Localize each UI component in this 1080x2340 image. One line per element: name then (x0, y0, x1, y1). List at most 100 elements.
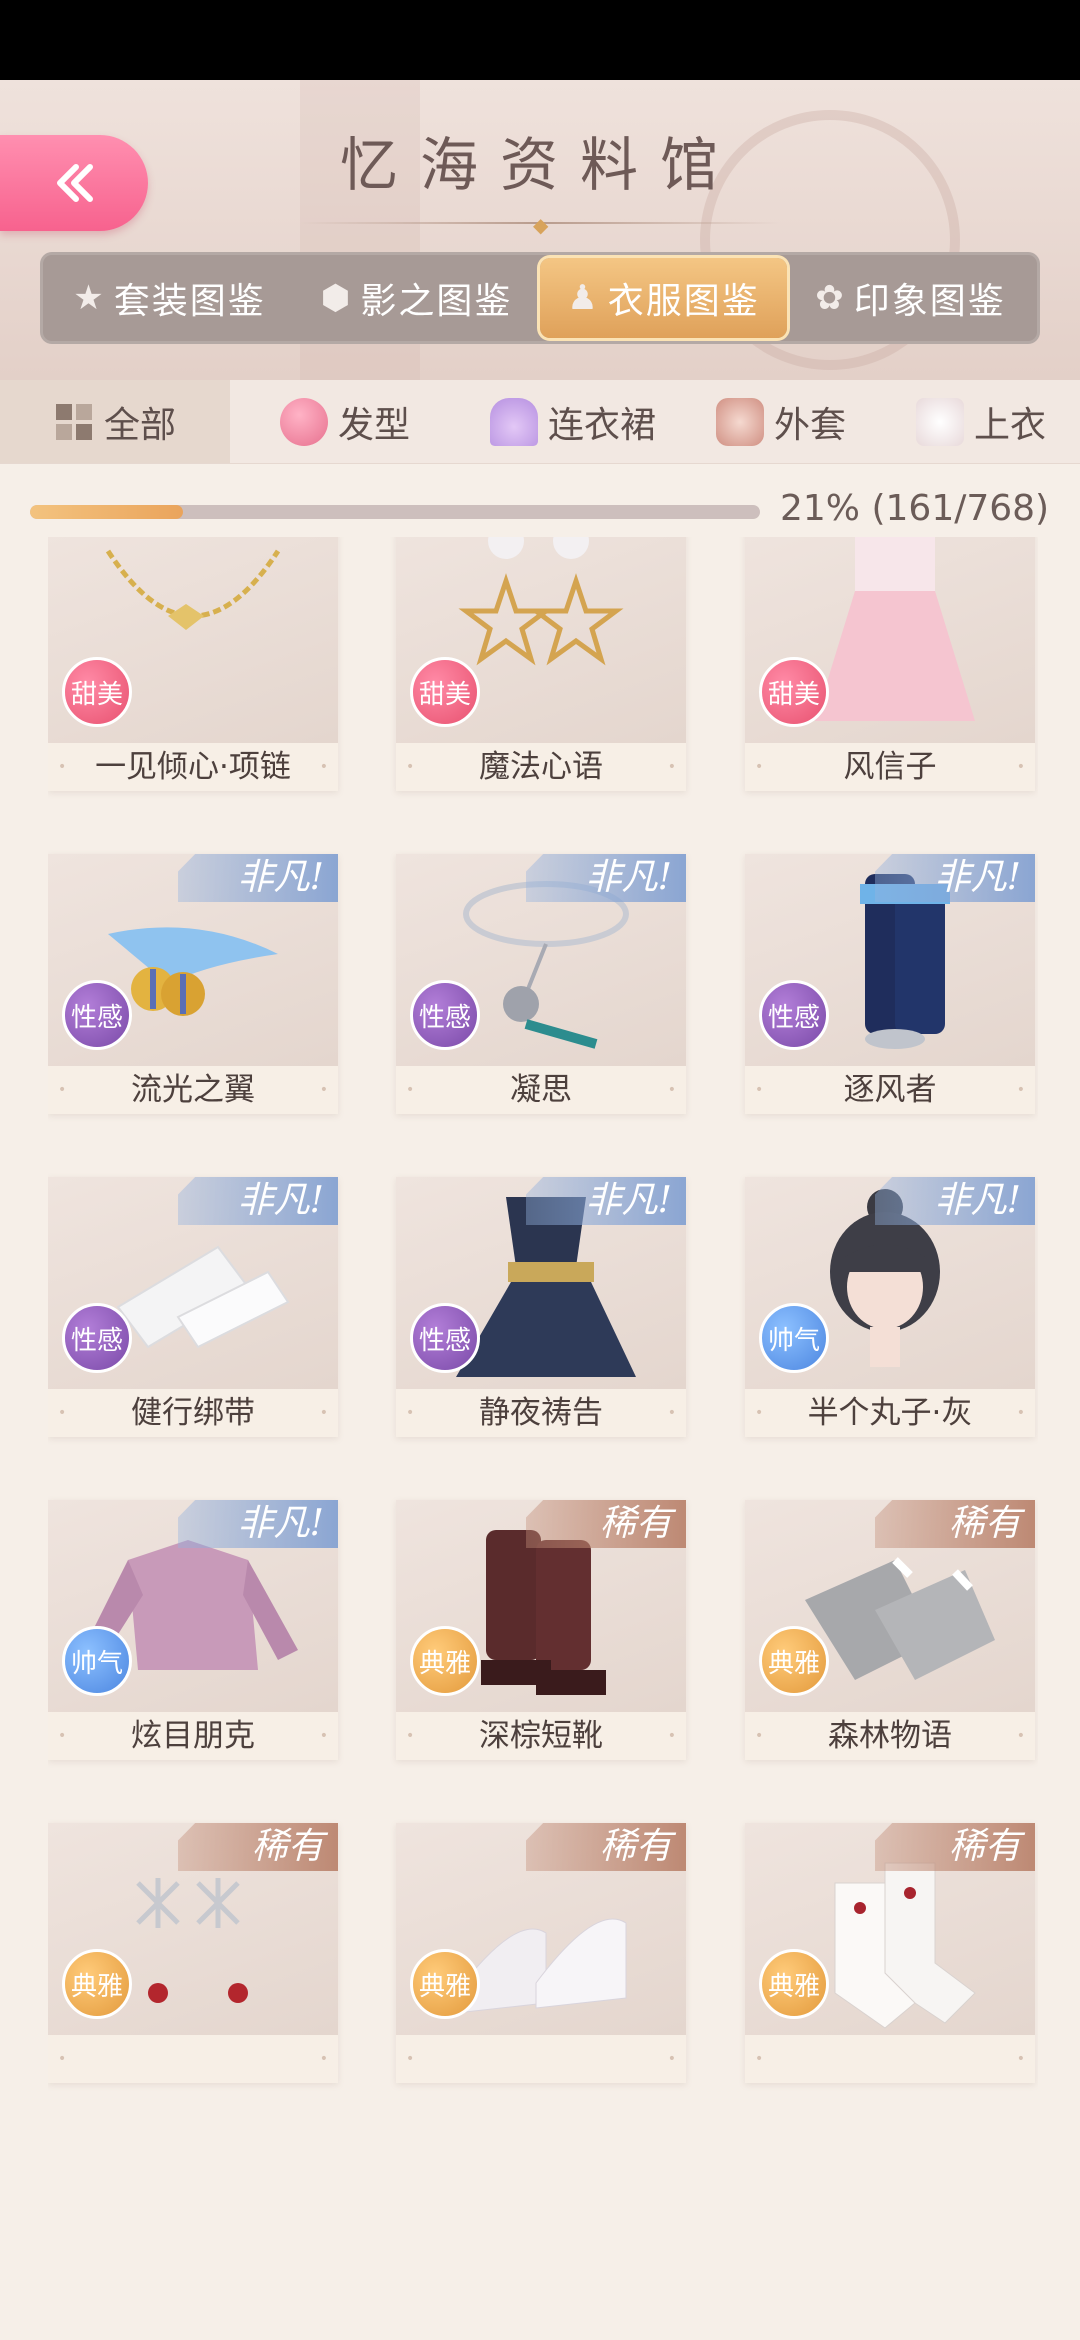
item-name: 健行绑带 (48, 1389, 338, 1437)
item-name: 魔法心语 (396, 743, 686, 791)
rarity-ribbon: 非凡! (526, 1177, 686, 1247)
rarity-label: 非凡! (526, 854, 686, 902)
page-title: 忆海资料馆 (339, 131, 740, 199)
item-name: 炫目朋克 (48, 1712, 338, 1760)
item-card[interactable]: 稀有典雅 (745, 1823, 1035, 2083)
tab-label: 套装图鉴 (113, 281, 266, 322)
tab-label: 衣服图鉴 (607, 281, 760, 322)
collection-progress-bar (30, 505, 760, 519)
item-name: 森林物语 (745, 1712, 1035, 1760)
style-badge: 典雅 (62, 1949, 132, 2019)
rarity-label: 非凡! (178, 1177, 338, 1225)
rarity-ribbon: 非凡! (178, 854, 338, 924)
style-badge: 性感 (759, 980, 829, 1050)
item-card[interactable]: 甜美一见倾心·项链 (48, 537, 338, 791)
rarity-label: 稀有 (875, 1823, 1035, 1871)
item-name: 半个丸子·灰 (745, 1389, 1035, 1437)
title-diamond-icon: ◆ (533, 213, 549, 237)
item-card[interactable]: 稀有典雅 (396, 1823, 686, 2083)
tab-suit-collection[interactable]: ★ 套装图鉴 (46, 258, 293, 338)
main-tabs: ★ 套装图鉴 ⬢ 影之图鉴 ♟ 衣服图鉴 ✿ 印象图鉴 (40, 252, 1040, 344)
style-badge: 性感 (410, 1303, 480, 1373)
item-card[interactable]: 稀有典雅深棕短靴 (396, 1500, 686, 1760)
coat-icon (716, 397, 765, 446)
category-hair[interactable]: 发型 (230, 380, 430, 463)
item-card[interactable]: 非凡! 性感静夜祷告 (396, 1177, 686, 1437)
item-name: 一见倾心·项链 (48, 743, 338, 791)
item-name: 逐风者 (745, 1066, 1035, 1114)
rarity-label: 非凡! (178, 1500, 338, 1548)
rarity-ribbon: 非凡! (875, 854, 1035, 924)
category-bar: 全部 发型 连衣裙 外套 上衣 (0, 380, 1080, 464)
rarity-label: 非凡! (875, 1177, 1035, 1225)
category-coat[interactable]: 外套 (676, 380, 866, 463)
progress-text: 21% (161/768) (780, 488, 1050, 529)
star-icon: ★ (73, 278, 106, 318)
tab-clothes-collection[interactable]: ♟ 衣服图鉴 (540, 258, 787, 338)
style-badge: 性感 (410, 980, 480, 1050)
style-badge: 性感 (62, 1303, 132, 1373)
item-card[interactable]: 稀有典雅 (48, 1823, 338, 2083)
item-card[interactable]: 非凡! 性感健行绑带 (48, 1177, 338, 1437)
tab-impression-collection[interactable]: ✿ 印象图鉴 (787, 258, 1034, 338)
item-card[interactable]: 非凡! 帅气半个丸子·灰 (745, 1177, 1035, 1437)
hair-icon (280, 397, 328, 446)
dress-icon: ♟ (567, 278, 600, 318)
rarity-label: 非凡! (875, 854, 1035, 902)
item-name: 凝思 (396, 1066, 686, 1114)
tab-label: 印象图鉴 (853, 281, 1006, 322)
rarity-ribbon: 稀有 (178, 1823, 338, 1893)
rarity-label: 稀有 (526, 1500, 686, 1548)
rarity-label: 非凡! (526, 1177, 686, 1225)
item-name: 流光之翼 (48, 1066, 338, 1114)
style-badge: 典雅 (410, 1626, 480, 1696)
shirt-icon (916, 397, 965, 446)
style-badge: 甜美 (410, 657, 480, 727)
category-top[interactable]: 上衣 (866, 380, 1066, 463)
item-name (396, 2035, 686, 2083)
style-badge: 帅气 (62, 1626, 132, 1696)
category-label: 外套 (774, 404, 847, 446)
style-badge: 甜美 (62, 657, 132, 727)
category-label: 发型 (338, 404, 411, 446)
category-label: 全部 (103, 404, 176, 446)
tab-label: 影之图鉴 (360, 281, 513, 322)
rarity-ribbon: 稀有 (875, 1823, 1035, 1893)
category-all[interactable]: 全部 (0, 380, 230, 463)
style-badge: 典雅 (410, 1949, 480, 2019)
rarity-ribbon: 稀有 (875, 1500, 1035, 1570)
item-name: 深棕短靴 (396, 1712, 686, 1760)
item-grid[interactable]: 甜美一见倾心·项链甜美魔法心语甜美风信子非凡!性感流光之翼非凡!性感凝思非凡!性… (48, 537, 1038, 2340)
item-card[interactable]: 非凡! 性感流光之翼 (48, 854, 338, 1114)
rarity-ribbon: 稀有 (526, 1500, 686, 1570)
style-badge: 性感 (62, 980, 132, 1050)
status-bar (0, 0, 1080, 80)
style-badge: 帅气 (759, 1303, 829, 1373)
category-dress[interactable]: 连衣裙 (430, 380, 676, 463)
style-badge: 典雅 (759, 1949, 829, 2019)
dress-icon (490, 397, 539, 446)
style-badge: 典雅 (759, 1626, 829, 1696)
rarity-label: 稀有 (526, 1823, 686, 1871)
hexagon-icon: ⬢ (320, 278, 353, 318)
rarity-label: 稀有 (178, 1823, 338, 1871)
tab-shadow-collection[interactable]: ⬢ 影之图鉴 (293, 258, 540, 338)
rarity-ribbon: 稀有 (526, 1823, 686, 1893)
item-name (48, 2035, 338, 2083)
item-card[interactable]: 非凡! 帅气炫目朋克 (48, 1500, 338, 1760)
item-card[interactable]: 非凡! 性感凝思 (396, 854, 686, 1114)
item-name (745, 2035, 1035, 2083)
item-name: 风信子 (745, 743, 1035, 791)
rarity-ribbon: 非凡! (526, 854, 686, 924)
rarity-ribbon: 非凡! (178, 1500, 338, 1570)
grid-icon (55, 403, 92, 440)
style-badge: 甜美 (759, 657, 829, 727)
rarity-ribbon: 非凡! (178, 1177, 338, 1247)
rarity-label: 稀有 (875, 1500, 1035, 1548)
rarity-label: 非凡! (178, 854, 338, 902)
item-card[interactable]: 稀有典雅森林物语 (745, 1500, 1035, 1760)
item-card[interactable]: 非凡! 性感逐风者 (745, 854, 1035, 1114)
item-card[interactable]: 甜美魔法心语 (396, 537, 686, 791)
item-card[interactable]: 甜美风信子 (745, 537, 1035, 791)
rarity-ribbon: 非凡! (875, 1177, 1035, 1247)
